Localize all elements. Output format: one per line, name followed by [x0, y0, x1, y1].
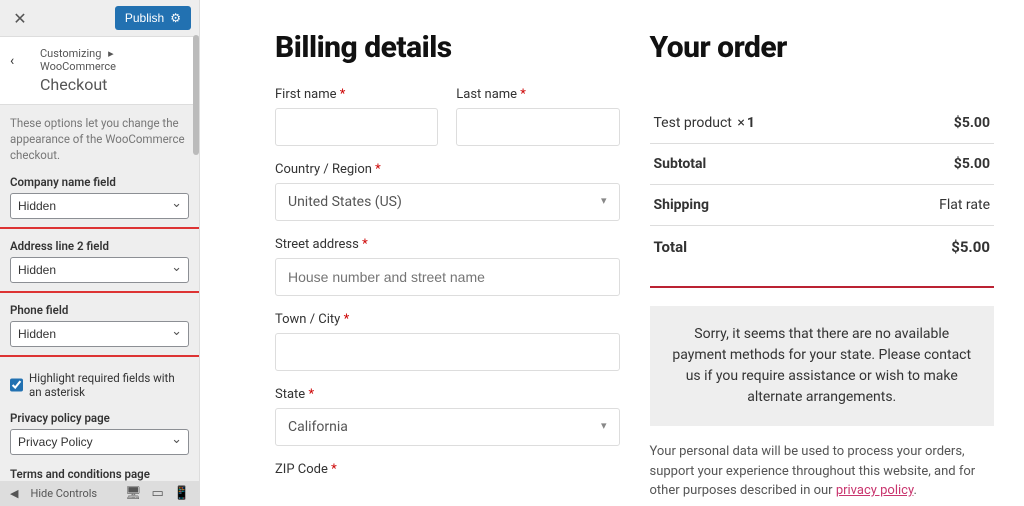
page-title: Checkout	[40, 75, 187, 94]
checkout-preview: Billing details First name * Last name *…	[200, 0, 1024, 506]
country-field: Country / Region * United States (US)	[275, 162, 620, 221]
device-toggle: 🖥 ▭ 📱	[125, 486, 190, 501]
breadcrumb-sep: ▸	[108, 47, 114, 60]
publish-label: Publish	[125, 11, 164, 25]
breadcrumb: Customizing ▸ WooCommerce	[40, 47, 187, 73]
close-icon[interactable]: ✕	[8, 6, 32, 30]
order-product-qty: 1	[747, 115, 755, 131]
country-select[interactable]: United States (US)	[275, 183, 620, 221]
first-name-label: First name	[275, 87, 336, 102]
highlight-checkbox-label: Highlight required fields with an asteri…	[29, 371, 189, 399]
phone-field-select[interactable]: Hidden	[10, 321, 189, 347]
order-product-row: Test product ×1 $5.00	[650, 103, 995, 144]
order-product-price: $5.00	[954, 115, 990, 131]
state-field: State * California	[275, 387, 620, 446]
privacy-note: Your personal data will be used to proce…	[650, 442, 995, 501]
state-label: State	[275, 387, 305, 402]
order-shipping-row: Shipping Flat rate	[650, 185, 995, 226]
privacy-note-text: Your personal data will be used to proce…	[650, 444, 976, 498]
billing-heading: Billing details	[275, 30, 620, 65]
order-subtotal-row: Subtotal $5.00	[650, 144, 995, 185]
mobile-icon[interactable]: 📱	[174, 486, 190, 501]
desktop-icon[interactable]: 🖥	[125, 486, 142, 501]
scrollbar[interactable]	[193, 35, 199, 155]
order-subtotal-label: Subtotal	[654, 156, 707, 172]
customizer-sidebar: ✕ Publish ⚙ ‹ Customizing ▸ WooCommerce …	[0, 0, 200, 506]
zip-field: ZIP Code *	[275, 462, 620, 483]
order-shipping-label: Shipping	[654, 197, 709, 213]
company-field-block: Company name field Hidden	[0, 171, 199, 229]
sidebar-header: ✕ Publish ⚙	[0, 0, 199, 37]
address2-field-select[interactable]: Hidden	[10, 257, 189, 283]
last-name-field: Last name *	[456, 87, 619, 146]
order-total-label: Total	[654, 238, 688, 256]
privacy-policy-link[interactable]: privacy policy	[836, 483, 914, 498]
street-label: Street address	[275, 237, 359, 252]
order-heading: Your order	[650, 30, 995, 65]
terms-page-label: Terms and conditions page	[10, 467, 189, 481]
address2-field-block: Address line 2 field Hidden	[0, 235, 199, 293]
breadcrumb-row: ‹ Customizing ▸ WooCommerce Checkout	[0, 37, 199, 105]
privacy-page-label: Privacy policy page	[10, 411, 189, 425]
address2-field-label: Address line 2 field	[10, 239, 189, 253]
last-name-input[interactable]	[456, 108, 619, 146]
city-field: Town / City *	[275, 312, 620, 371]
gear-icon[interactable]: ⚙	[170, 11, 181, 25]
company-field-select[interactable]: Hidden	[10, 193, 189, 219]
country-label: Country / Region	[275, 162, 372, 177]
state-select[interactable]: California	[275, 408, 620, 446]
help-text: These options let you change the appeara…	[0, 105, 199, 171]
street-input[interactable]	[275, 258, 620, 296]
payment-notice: Sorry, it seems that there are no availa…	[650, 306, 995, 426]
phone-field-label: Phone field	[10, 303, 189, 317]
tablet-icon[interactable]: ▭	[152, 486, 164, 501]
company-field-label: Company name field	[10, 175, 189, 189]
privacy-page-block: Privacy policy page Privacy Policy	[0, 407, 199, 457]
street-field: Street address *	[275, 237, 620, 296]
order-shipping-value: Flat rate	[939, 197, 990, 213]
collapse-icon[interactable]: ◀	[10, 487, 18, 500]
order-column: Your order Test product ×1 $5.00 Subtota…	[650, 30, 995, 501]
phone-field-block: Phone field Hidden	[0, 299, 199, 357]
bottom-bar: ◀ Hide Controls 🖥 ▭ 📱	[0, 481, 200, 506]
first-name-input[interactable]	[275, 108, 438, 146]
order-subtotal-value: $5.00	[954, 156, 990, 172]
zip-label: ZIP Code	[275, 462, 328, 477]
breadcrumb-child: WooCommerce	[40, 60, 116, 73]
hide-controls-link[interactable]: Hide Controls	[30, 487, 97, 500]
last-name-label: Last name	[456, 87, 517, 102]
first-name-field: First name *	[275, 87, 438, 146]
privacy-page-select[interactable]: Privacy Policy	[10, 429, 189, 455]
breadcrumb-parent: Customizing	[40, 47, 101, 60]
order-table: Test product ×1 $5.00 Subtotal $5.00 Shi…	[650, 103, 995, 288]
back-chevron-icon[interactable]: ‹	[10, 53, 14, 69]
highlight-checkbox-row: Highlight required fields with an asteri…	[0, 363, 199, 407]
order-product-name: Test product	[654, 115, 732, 131]
publish-button[interactable]: Publish ⚙	[115, 6, 191, 30]
order-total-row: Total $5.00	[650, 226, 995, 288]
city-input[interactable]	[275, 333, 620, 371]
order-total-value: $5.00	[951, 238, 990, 256]
highlight-checkbox[interactable]	[10, 378, 23, 392]
billing-column: Billing details First name * Last name *…	[275, 30, 620, 501]
city-label: Town / City	[275, 312, 340, 327]
